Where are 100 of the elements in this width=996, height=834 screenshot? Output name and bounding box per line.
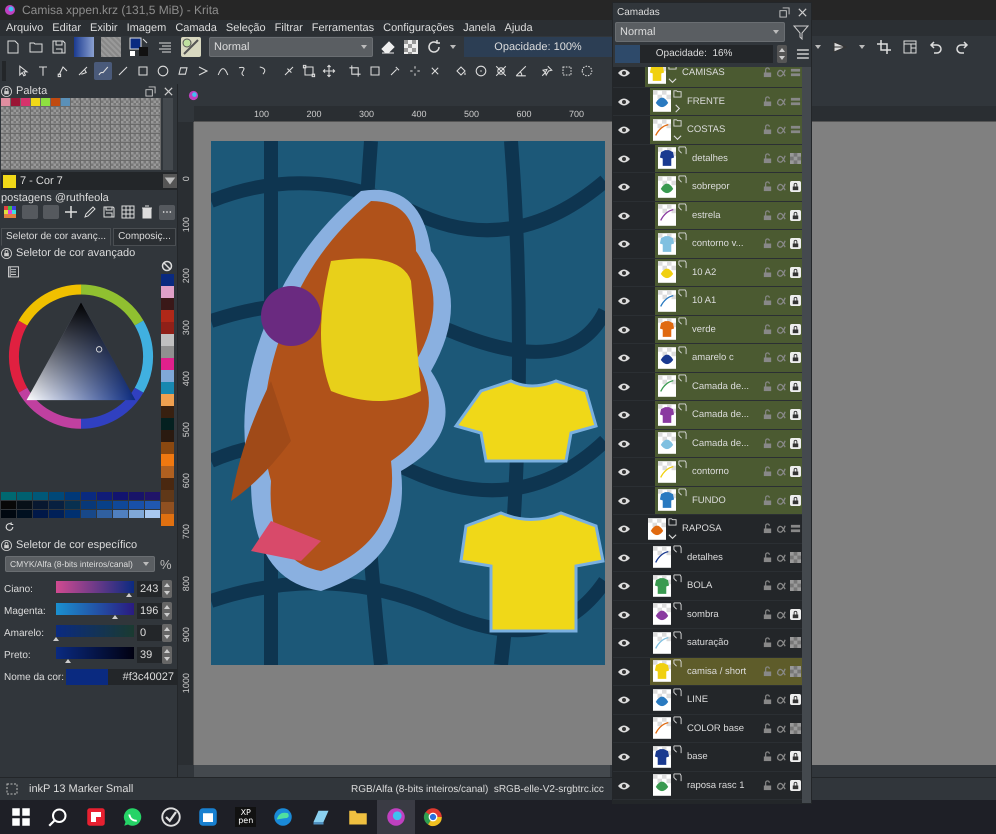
menu-item[interactable]: Ajuda (504, 22, 533, 34)
value-field[interactable]: 243 (137, 581, 162, 597)
ruler-label: 100 (254, 108, 270, 121)
opacity-slider[interactable]: Opacidade: 16% (615, 45, 774, 63)
layer-name: Camada de... (692, 409, 750, 420)
ruler-label: 200 (306, 108, 323, 121)
color-space-label: RGB/Alfa (8-bits inteiros/canal) sRGB-elle-V2-srgbtrc.icc (351, 784, 604, 794)
menu-item[interactable]: Filtrar (274, 22, 303, 34)
layer-name: detalhes (692, 152, 729, 164)
layer-row[interactable]: COSTAS (650, 116, 802, 144)
ruler-label: 600 (180, 472, 192, 488)
tab[interactable]: Composiç... (113, 228, 176, 246)
layer-name: FUNDO (692, 494, 727, 506)
channel-label: Preto: (4, 650, 32, 660)
layer-row[interactable]: detalhes (650, 544, 802, 571)
menu-item[interactable]: Configurações (383, 22, 454, 34)
ruler-label: 700 (569, 108, 586, 121)
layer-name: Camada de... (692, 380, 750, 392)
color-name: 7 - Cor 7 (20, 175, 63, 187)
brush-name: inkP 13 Marker Small (29, 783, 134, 795)
layer-name: sombra (687, 608, 720, 620)
ruler-label: 700 (180, 523, 192, 540)
layer-row[interactable]: 10 A1 (655, 287, 802, 314)
opacity-slider[interactable]: Opacidade: 100% (464, 37, 612, 57)
ruler-label: 0 (180, 175, 192, 182)
menu-item[interactable]: Camada (175, 22, 217, 34)
blend-mode-dropdown[interactable]: Normal (209, 37, 373, 57)
menu-item[interactable]: Seleção (226, 22, 266, 34)
menu-item[interactable]: Imagem (126, 22, 166, 34)
ruler-label: 800 (180, 574, 192, 591)
docker-title: Paleta (16, 85, 48, 97)
layer-row[interactable]: FUNDO (655, 486, 802, 514)
layer-name: COLOR base (687, 722, 746, 734)
channel-label: Ciano: (4, 584, 34, 594)
menu-item[interactable]: Janela (463, 22, 496, 34)
ruler-label: 900 (180, 626, 192, 642)
palette-name: postagens @ruthfeola (1, 192, 110, 204)
menu-item[interactable]: Arquivo (6, 22, 44, 34)
menu-item[interactable]: Editar (52, 22, 82, 34)
layer-row[interactable]: Camada de... (655, 401, 802, 428)
value-field[interactable]: 196 (137, 603, 162, 619)
tab[interactable]: Seletor de cor avanç... (1, 228, 112, 246)
layer-row[interactable]: sombra (650, 600, 802, 628)
layer-name: verde (692, 324, 717, 335)
value-field[interactable]: 0 (137, 625, 162, 641)
layer-row[interactable]: Camada de... (655, 430, 802, 457)
layer-row[interactable]: amarelo c (655, 344, 802, 372)
docker-title: Seletor de cor avançado (16, 247, 136, 259)
docker-title: Camadas (617, 6, 661, 18)
layer-name: CAMISAS (682, 67, 726, 78)
layer-row[interactable]: sobrepor (655, 173, 802, 200)
layer-name: amarelo c (692, 352, 735, 364)
ruler-label: 400 (412, 108, 428, 121)
layer-name: contorno v... (692, 238, 745, 250)
ruler-label: 600 (516, 108, 533, 121)
layer-row[interactable]: COLOR base (650, 714, 802, 742)
layer-name: COSTAS (687, 124, 726, 136)
layer-name: base (687, 751, 709, 762)
layer-name: contorno (692, 466, 730, 478)
layer-row[interactable]: Camada de... (655, 372, 802, 400)
ruler-label: 500 (180, 421, 192, 438)
layer-row[interactable]: saturação (650, 629, 802, 656)
blend-mode-dropdown[interactable]: Normal (615, 22, 785, 42)
layer-name: raposa rasc 1 (687, 780, 746, 791)
layer-row[interactable]: estrela (655, 202, 802, 229)
ruler-label: 200 (180, 268, 192, 284)
ruler-label: 300 (359, 108, 376, 121)
layer-name: 10 A2 (692, 266, 718, 278)
color-dropdown[interactable]: 7 - Cor 7 (1, 172, 177, 190)
color-model-dropdown[interactable]: CMYK/Alfa (8-bits inteiros/canal) (5, 556, 155, 572)
layer-row[interactable]: base (650, 743, 802, 770)
layer-row[interactable]: LINE (650, 686, 802, 714)
layer-row[interactable]: FRENTE (650, 88, 802, 115)
layer-name: RAPOSA (682, 523, 723, 534)
layer-row[interactable]: 10 A2 (655, 258, 802, 286)
layer-row[interactable]: detalhes (655, 144, 802, 172)
layer-row[interactable]: contorno (655, 458, 802, 486)
docker-title: Seletor de cor específico (16, 539, 138, 551)
color-name-field[interactable]: #f3c40027 (108, 669, 177, 685)
ruler-label: 400 (180, 370, 192, 386)
layer-name: Camada de... (692, 438, 750, 449)
layer-row[interactable]: camisa / short (650, 658, 802, 685)
layer-name: LINE (687, 694, 710, 706)
layer-row[interactable]: BOLA (650, 572, 802, 600)
layer-row[interactable]: raposa rasc 1 (650, 772, 802, 799)
layer-row[interactable]: CAMISAS (645, 67, 802, 86)
layer-row[interactable]: verde (655, 316, 802, 343)
value-field[interactable]: 39 (137, 647, 162, 663)
layer-row[interactable]: RAPOSA (645, 515, 802, 542)
window-title: Camisa xppen.krz (131,5 MiB) - Krita (22, 3, 219, 17)
layer-row[interactable]: contorno v... (655, 230, 802, 258)
taskbar-button[interactable]: XP pen (227, 800, 264, 834)
menu-item[interactable]: Ferramentas (312, 22, 374, 34)
menu-item[interactable]: Exibir (90, 22, 118, 34)
layer-name: 10 A1 (692, 295, 718, 306)
percent-toggle[interactable]: % (160, 556, 172, 572)
layer-name: sobrepor (692, 181, 730, 192)
ruler-label: 500 (464, 108, 480, 121)
layer-name: camisa / short (687, 666, 748, 677)
ruler-label: 1000 (180, 672, 192, 694)
